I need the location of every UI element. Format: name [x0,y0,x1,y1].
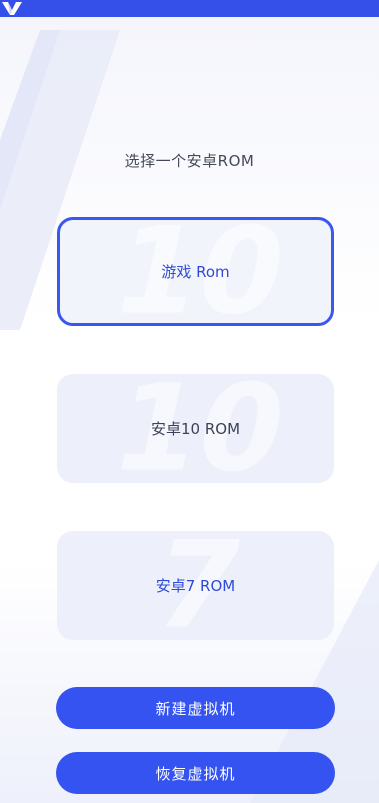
page-title: 选择一个安卓ROM [124,152,255,170]
rom-option-android10[interactable]: 10 安卓10 ROM [57,374,334,483]
rom-selection-screen: 选择一个安卓ROM 10 游戏 Rom 10 安卓10 ROM 7 安卓7 RO… [0,0,379,803]
rom-option-label: 安卓7 ROM [155,577,236,595]
rom-option-android7[interactable]: 7 安卓7 ROM [57,531,334,640]
restore-vm-button[interactable]: 恢复虚拟机 [56,752,335,794]
top-status-bar [0,0,379,17]
rom-option-label: 游戏 Rom [161,263,230,281]
rom-option-label: 安卓10 ROM [150,420,241,438]
rom-option-game[interactable]: 10 游戏 Rom [57,217,334,326]
create-vm-button[interactable]: 新建虚拟机 [56,687,335,729]
v-logo-icon [2,2,22,15]
